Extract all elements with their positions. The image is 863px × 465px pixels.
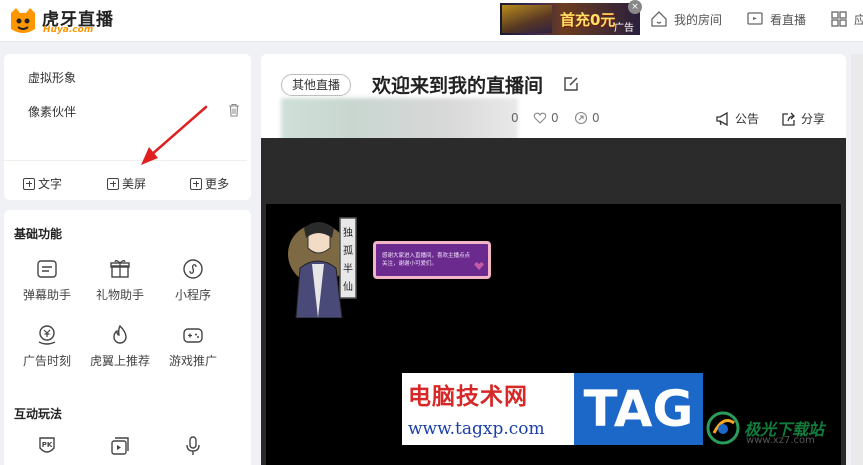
stat-value: 0 (551, 111, 559, 125)
watermark-tagxp: 电脑技术网 www.tagxp.com TAG (402, 373, 703, 445)
stat-value: 0 (592, 111, 600, 125)
tool-label: 小程序 (174, 288, 211, 302)
plus-icon (107, 177, 119, 190)
bubble-text: 感谢大家进入直播间，喜欢主播点点关注，谢谢小可爱们。 (382, 253, 471, 267)
button-label: 文字 (38, 177, 63, 191)
tool-label: 广告时刻 (22, 354, 71, 368)
banner-char-4: 仙 (343, 280, 353, 293)
tool-microphone[interactable] (157, 435, 229, 457)
gamepad-icon (183, 328, 203, 343)
share-icon (782, 112, 795, 126)
heart-icon (533, 112, 547, 124)
tool-label: 弹幕助手 (22, 288, 71, 302)
home-icon (651, 11, 667, 27)
microphone-icon (186, 436, 200, 455)
ad-banner[interactable]: 首充0元 广告 (500, 3, 640, 35)
danmaku-icon (37, 260, 57, 278)
watermark-xz7: 极光下载站 www.xz7.com (706, 411, 824, 446)
announcement-button[interactable]: 公告 (715, 110, 759, 127)
tool-gift-assistant[interactable]: 礼物助手 (84, 258, 156, 303)
tool-huya-recommend[interactable]: 虎翼上推荐 (84, 324, 156, 369)
watermark-url: www.tagxp.com (408, 419, 545, 439)
nav-label: 应 (854, 12, 863, 27)
banner-char-1: 独 (343, 226, 353, 239)
edit-icon[interactable] (563, 76, 579, 92)
plus-icon (23, 177, 35, 190)
banner-char-3: 半 (343, 262, 353, 275)
gift-icon (110, 260, 130, 278)
share-count-icon (574, 111, 588, 125)
character-avatar: 独 孤 半 仙 (288, 217, 357, 318)
basic-functions-heading: 基础功能 (14, 227, 63, 241)
stat-viewers: 0 (511, 111, 519, 125)
svg-text:PK: PK (42, 441, 53, 449)
plus-icon (190, 177, 202, 190)
nav-label: 看直播 (770, 12, 807, 27)
tool-video-stack[interactable] (84, 435, 156, 457)
miniapp-icon (183, 259, 203, 279)
button-label: 美屏 (122, 177, 147, 191)
tool-label: 游戏推广 (168, 354, 217, 368)
category-tag[interactable]: 其他直播 (281, 74, 352, 96)
watermark-tag-logo: TAG (574, 373, 703, 445)
share-button[interactable]: 分享 (781, 110, 825, 127)
source-item-virtual-avatar[interactable]: 虚拟形象 (28, 69, 76, 86)
action-label: 公告 (735, 112, 760, 126)
pk-icon: PK (39, 437, 55, 453)
interactive-play-heading: 互动玩法 (14, 407, 63, 421)
heart-icon (474, 262, 484, 270)
ad-close-button[interactable]: × (628, 0, 642, 14)
trash-icon[interactable] (227, 103, 241, 117)
top-bar: 虎牙直播 Huya.com 首充0元 广告 × 我的房间 看直播 应 (0, 0, 863, 42)
tool-label: 虎翼上推荐 (89, 354, 150, 368)
tool-danmaku-assistant[interactable]: 弹幕助手 (11, 258, 83, 303)
add-more-button[interactable]: 更多 (190, 175, 229, 192)
megaphone-icon (716, 111, 728, 126)
tool-mini-program[interactable]: 小程序 (157, 258, 229, 303)
watermark-site-name: 电脑技术网 (408, 383, 528, 410)
tv-icon (747, 12, 763, 25)
ad-coin-icon (38, 325, 56, 345)
nav-apps[interactable]: 应 (830, 10, 863, 28)
tool-label: 礼物助手 (95, 288, 144, 302)
source-item-pixel-partner[interactable]: 像素伙伴 (28, 103, 76, 120)
xz-logo-icon (706, 411, 740, 445)
video-stack-icon (111, 437, 129, 455)
ad-artwork (502, 5, 552, 33)
divider (0, 160, 247, 161)
add-text-button[interactable]: 文字 (23, 175, 62, 192)
add-beauty-screen-button[interactable]: 美屏 (107, 175, 146, 192)
welcome-bubble: 感谢大家进入直播间，喜欢主播点点关注，谢谢小可爱们。 (373, 241, 491, 279)
ad-label: 广告 (614, 23, 634, 34)
tool-pk[interactable]: PK (11, 435, 83, 457)
fire-icon (113, 324, 127, 344)
stat-likes: 0 (533, 111, 559, 125)
tool-ad-moment[interactable]: 广告时刻 (11, 324, 83, 369)
stat-shares: 0 (574, 111, 600, 125)
action-label: 分享 (801, 112, 826, 126)
xz-url: www.xz7.com (746, 435, 815, 446)
banner-char-2: 孤 (343, 245, 353, 257)
scrollbar[interactable] (851, 54, 863, 465)
nav-my-room[interactable]: 我的房间 (650, 10, 722, 28)
huya-logo-icon (11, 8, 35, 33)
stat-value: 0 (511, 111, 519, 125)
tool-game-promotion[interactable]: 游戏推广 (157, 324, 229, 369)
apps-icon (831, 11, 847, 27)
ad-text: 首充0元 (560, 11, 616, 29)
nav-watch-live[interactable]: 看直播 (746, 10, 806, 28)
button-label: 更多 (205, 177, 230, 191)
logo-domain: Huya.com (43, 25, 94, 35)
room-title: 欢迎来到我的直播间 (372, 75, 544, 97)
nav-label: 我的房间 (674, 12, 723, 27)
